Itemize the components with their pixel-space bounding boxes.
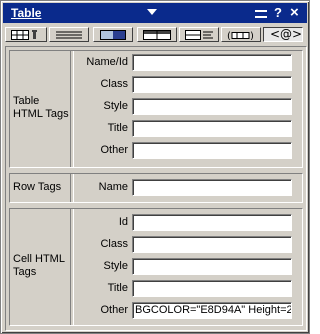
svg-text:): )	[250, 31, 254, 40]
color-fill-icon	[100, 30, 126, 40]
table-name-id-field[interactable]	[132, 54, 292, 71]
title-bar[interactable]: Table ? ×	[3, 3, 307, 23]
other-label: Other	[100, 144, 128, 156]
html-tags-label: <@>	[270, 27, 303, 41]
table-other-field[interactable]	[132, 142, 292, 159]
title-label: Title	[107, 282, 128, 294]
close-icon[interactable]: ×	[290, 4, 299, 21]
lines-tab[interactable]	[49, 27, 89, 42]
class-label: Class	[100, 78, 128, 90]
cell-style-field[interactable]	[132, 258, 292, 275]
style-label: Style	[103, 100, 128, 112]
cells-tab[interactable]	[179, 27, 219, 42]
cell-title-field[interactable]	[132, 280, 292, 297]
html-tags-panel: Table HTML Tags Name/Id Class Style Titl…	[5, 46, 307, 331]
id-label: Id	[118, 216, 128, 228]
group-label: Cell HTML Tags	[13, 253, 65, 278]
table-class-field[interactable]	[132, 76, 292, 93]
table-palette-window: Table ? × () <@> Table HTML Tags Name/I…	[0, 0, 310, 334]
table-properties-tab[interactable]	[5, 27, 47, 42]
lines-icon	[56, 31, 82, 39]
help-icon[interactable]: ?	[274, 5, 282, 20]
chevron-down-icon[interactable]	[147, 9, 157, 15]
cell-id-field[interactable]	[132, 214, 292, 231]
cell-html-tags-group: Cell HTML Tags Id Class Style Title Othe…	[9, 208, 303, 326]
group-label: Row Tags	[13, 181, 62, 193]
table-html-tags-group: Table HTML Tags Name/Id Class Style Titl…	[9, 50, 303, 168]
rows-icon	[143, 30, 171, 40]
html-tags-tab[interactable]: <@>	[263, 27, 303, 42]
row-tags-group: Row Tags Name	[9, 173, 303, 203]
name-label: Name	[98, 181, 128, 193]
other-label: Other	[100, 304, 128, 316]
table-title-field[interactable]	[132, 120, 292, 137]
name-id-label: Name/Id	[86, 56, 128, 68]
class-label: Class	[100, 238, 128, 250]
palette-tabs: ( ) <@>	[5, 27, 307, 43]
columns-icon: ( )	[227, 31, 254, 40]
columns-tab[interactable]: ( )	[221, 27, 261, 42]
row-name-field[interactable]	[132, 179, 292, 196]
palette-menu-icon[interactable]	[255, 10, 267, 18]
style-label: Style	[103, 260, 128, 272]
cell-class-field[interactable]	[132, 236, 292, 253]
table-style-field[interactable]	[132, 98, 292, 115]
cell-text-icon	[185, 30, 213, 40]
group-label: Table HTML Tags	[13, 95, 69, 120]
svg-text:(: (	[227, 31, 231, 40]
title-label: Title	[107, 122, 128, 134]
cell-other-field[interactable]: BGCOLOR="E8D94A" Height=25	[132, 302, 292, 319]
color-tab[interactable]	[93, 27, 133, 42]
table-grid-icon	[11, 30, 37, 40]
rows-tab[interactable]	[137, 27, 177, 42]
window-title[interactable]: Table	[11, 6, 161, 20]
